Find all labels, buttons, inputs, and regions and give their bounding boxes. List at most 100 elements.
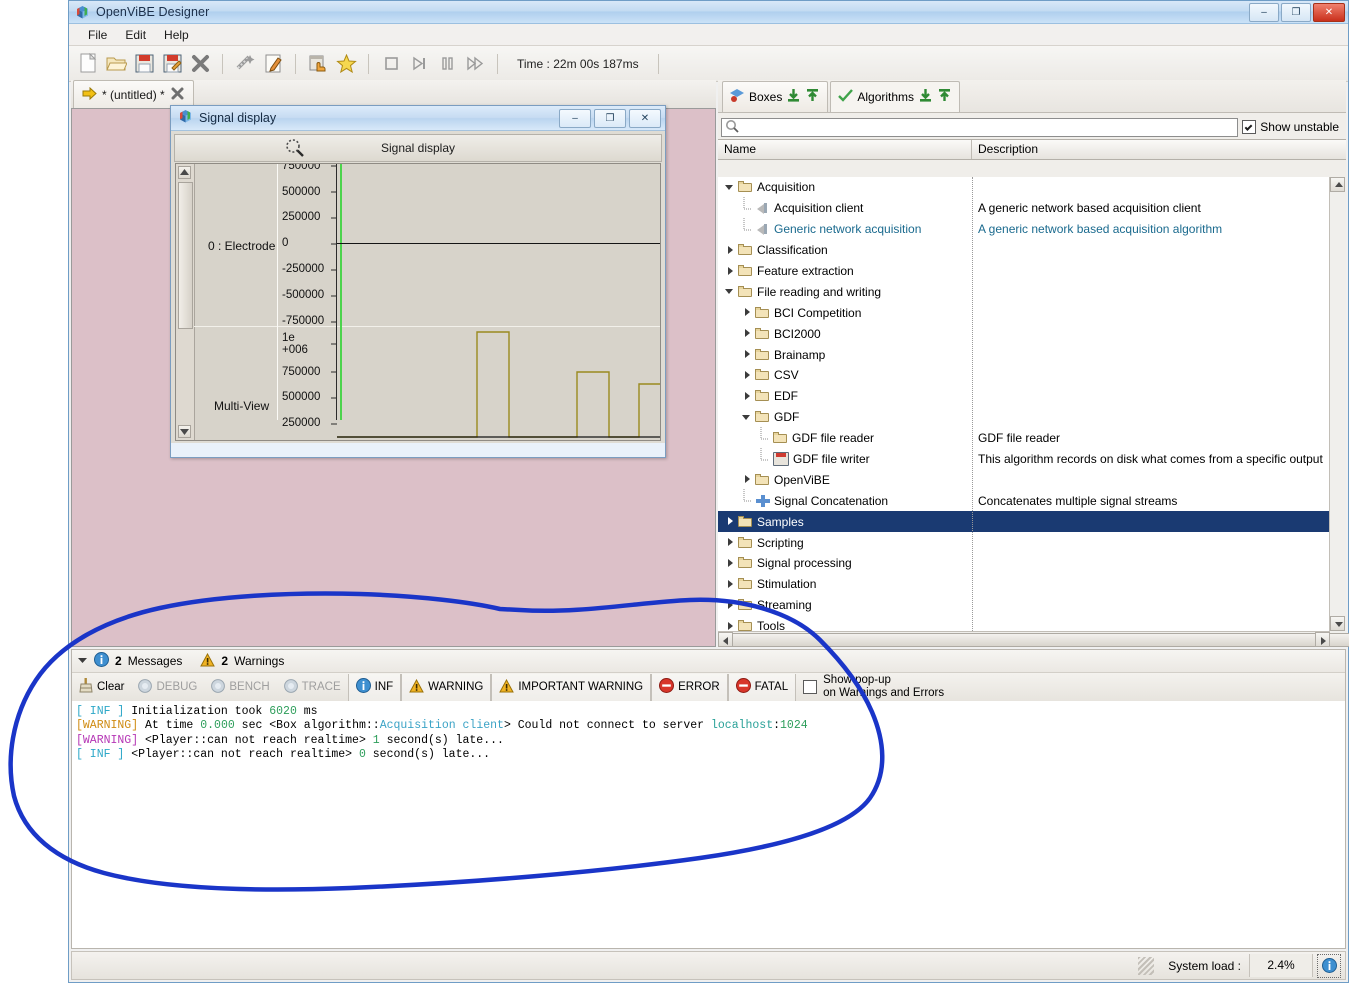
filter-bench[interactable]: BENCH <box>204 674 276 701</box>
chevron-right-icon[interactable] <box>724 244 737 257</box>
chevron-right-icon[interactable] <box>741 390 754 403</box>
chevron-right-icon[interactable] <box>724 578 737 591</box>
menu-help[interactable]: Help <box>155 26 198 44</box>
algorithms-export-icon[interactable] <box>937 88 952 106</box>
filter-debug[interactable]: DEBUG <box>131 674 204 701</box>
favorites-star-button[interactable] <box>333 51 359 77</box>
tree-row[interactable]: Tools <box>718 616 1346 631</box>
tree-row[interactable]: Brainamp <box>718 344 1346 365</box>
status-info-icon[interactable] <box>1317 953 1341 978</box>
tree-row[interactable]: Acquisition client A generic network base… <box>718 196 1346 219</box>
tree-row[interactable]: CSV <box>718 365 1346 386</box>
scroll-left-button[interactable] <box>718 632 733 647</box>
scenario-tab-close-icon[interactable] <box>170 86 185 104</box>
channel-scroll-down-button[interactable] <box>178 425 191 438</box>
algorithms-import-icon[interactable] <box>918 88 933 106</box>
chevron-right-icon[interactable] <box>724 515 737 528</box>
chevron-right-icon[interactable] <box>741 473 754 486</box>
search-input[interactable] <box>739 119 1238 135</box>
tree-row[interactable]: BCI2000 <box>718 323 1346 344</box>
collapse-log-icon[interactable] <box>78 654 88 668</box>
channel-scroll-thumb[interactable] <box>178 182 193 329</box>
pause-button[interactable] <box>434 51 460 77</box>
search-box[interactable] <box>721 117 1239 137</box>
chevron-right-icon[interactable] <box>724 557 737 570</box>
tree-row[interactable]: OpenViBE <box>718 469 1346 490</box>
maximize-button[interactable]: ❐ <box>1281 3 1311 22</box>
hand-window-button[interactable] <box>305 51 331 77</box>
tree-row[interactable]: File reading and writing <box>718 281 1346 302</box>
menu-file[interactable]: File <box>79 26 116 44</box>
chevron-right-icon[interactable] <box>724 620 737 631</box>
filter-inf[interactable]: INF <box>347 673 402 701</box>
tree-row[interactable]: GDF file writer This algorithm records on… <box>718 447 1346 470</box>
column-header-description[interactable]: Description <box>972 140 1346 159</box>
edit-comment-button[interactable] <box>260 51 286 77</box>
chevron-right-icon[interactable] <box>724 536 737 549</box>
tab-algorithms[interactable]: Algorithms <box>830 81 961 112</box>
tree-row[interactable]: Acquisition <box>718 177 1346 198</box>
signal-close-button[interactable]: ✕ <box>629 109 661 128</box>
boxes-export-icon[interactable] <box>805 88 820 106</box>
filter-fatal[interactable]: FATAL <box>727 673 797 701</box>
tree-row[interactable]: Streaming <box>718 595 1346 616</box>
close-x-button[interactable] <box>187 51 213 77</box>
save-as-button[interactable] <box>159 51 185 77</box>
chevron-right-icon[interactable] <box>741 348 754 361</box>
scroll-up-button[interactable] <box>1330 177 1345 192</box>
tree-row[interactable]: Classification <box>718 240 1346 261</box>
show-popup-checkbox[interactable] <box>803 680 818 694</box>
step-forward-button[interactable] <box>406 51 432 77</box>
save-scenario-button[interactable] <box>131 51 157 77</box>
show-popup-row[interactable]: Show pop-up on Warnings and Errors <box>796 674 951 701</box>
chevron-down-icon[interactable] <box>741 411 754 424</box>
channel-scrollbar[interactable] <box>176 164 195 440</box>
show-unstable-checkbox[interactable] <box>1242 120 1257 134</box>
stop-square-button[interactable] <box>378 51 404 77</box>
tree-row[interactable]: GDF file reader GDF file reader <box>718 426 1346 449</box>
chevron-right-icon[interactable] <box>741 306 754 319</box>
tree-row[interactable]: Samples <box>718 511 1346 533</box>
tree-vertical-scrollbar[interactable] <box>1329 177 1346 647</box>
log-output[interactable]: [ INF ] Initialization took 6020 ms [WARN… <box>72 701 1345 948</box>
signal-plot-area[interactable]: 0 : Electrode Multi-View 750000 500000 2… <box>175 163 661 441</box>
filter-trace[interactable]: TRACE <box>277 674 348 701</box>
tree-row[interactable]: Signal Concatenation Concatenates multipl… <box>718 489 1346 511</box>
chevron-right-icon[interactable] <box>741 369 754 382</box>
tree-row[interactable]: Scripting <box>718 532 1346 553</box>
tree-row[interactable]: Generic network acquisition A generic net… <box>718 217 1346 240</box>
sparkle-wand-button[interactable] <box>232 51 258 77</box>
close-button[interactable]: ✕ <box>1313 3 1345 22</box>
fast-forward-button[interactable] <box>462 51 488 77</box>
tree-row[interactable]: Stimulation <box>718 574 1346 595</box>
tree-row[interactable]: Signal processing <box>718 553 1346 574</box>
menu-edit[interactable]: Edit <box>116 26 155 44</box>
filter-important-warning[interactable]: IMPORTANT WARNING <box>491 673 652 701</box>
tree-row[interactable]: BCI Competition <box>718 302 1346 323</box>
tree-row[interactable]: Feature extraction <box>718 261 1346 282</box>
chevron-down-icon[interactable] <box>724 285 737 298</box>
minimize-button[interactable]: – <box>1249 3 1279 22</box>
box-tree[interactable]: Acquisition Acquisition client A generic n… <box>718 177 1346 631</box>
boxes-import-icon[interactable] <box>786 88 801 106</box>
chevron-right-icon[interactable] <box>724 265 737 278</box>
open-folder-button[interactable] <box>103 51 129 77</box>
clear-button[interactable]: Clear <box>72 674 131 701</box>
scroll-right-button[interactable] <box>1315 632 1330 647</box>
scenario-tab-untitled[interactable]: * (untitled) * <box>73 80 194 108</box>
chevron-right-icon[interactable] <box>741 327 754 340</box>
show-unstable-row[interactable]: Show unstable <box>1242 120 1343 134</box>
signal-minimize-button[interactable]: – <box>559 109 591 128</box>
chevron-right-icon[interactable] <box>724 599 737 612</box>
signal-maximize-button[interactable]: ❐ <box>594 109 626 128</box>
tree-row[interactable]: EDF <box>718 386 1346 407</box>
channel-scroll-up-button[interactable] <box>178 166 191 179</box>
tree-horizontal-scrollbar[interactable] <box>718 631 1349 647</box>
chevron-down-icon[interactable] <box>724 181 737 194</box>
scroll-down-button[interactable] <box>1330 616 1345 631</box>
new-scenario-button[interactable] <box>75 51 101 77</box>
hscroll-thumb[interactable] <box>732 633 1349 647</box>
column-header-name[interactable]: Name <box>718 140 972 159</box>
tree-row[interactable]: GDF <box>718 407 1346 428</box>
filter-warning[interactable]: WARNING <box>401 673 492 701</box>
